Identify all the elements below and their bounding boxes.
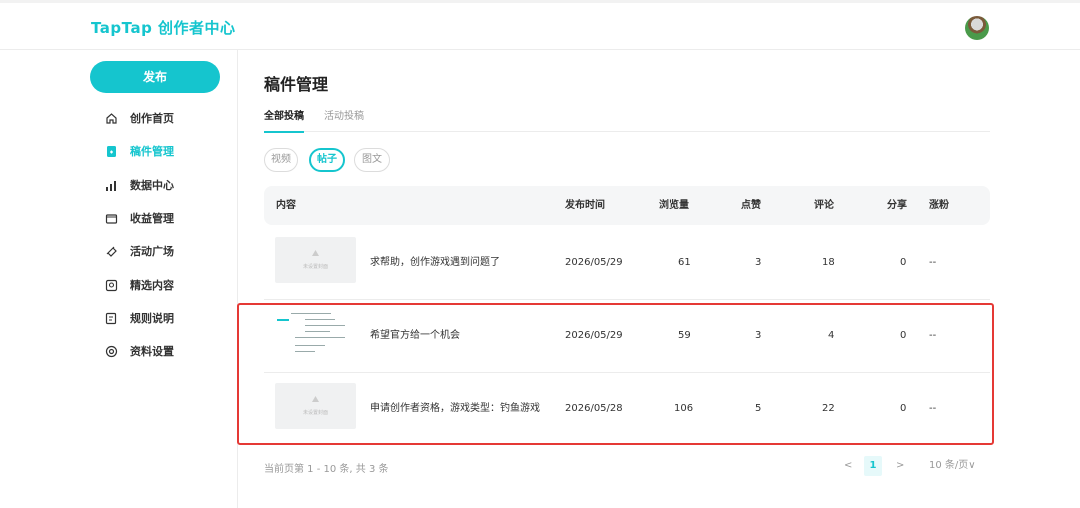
rules-icon — [104, 311, 118, 325]
page-number-button[interactable]: 1 — [864, 456, 882, 476]
tab-bar: 全部投稿 活动投稿 — [264, 107, 990, 133]
top-bar: TapTap 创作者中心 — [0, 0, 1080, 50]
filter-posts[interactable]: 帖子 — [309, 148, 345, 172]
user-avatar[interactable] — [965, 16, 989, 40]
pagination-summary: 当前页第 1 - 10 条, 共 3 条 — [264, 464, 389, 475]
sidebar-item-label: 收益管理 — [130, 212, 174, 225]
next-page-button[interactable]: > — [896, 456, 904, 476]
sidebar-item-label: 精选内容 — [130, 279, 174, 292]
column-header[interactable]: 发布时间 — [565, 186, 605, 225]
column-header[interactable]: 浏览量 — [659, 186, 689, 225]
table-row[interactable]: 未设置封面 求帮助，创作游戏遇到问题了 2026/05/29 61 3 18 0… — [264, 226, 990, 299]
sidebar-item-rules[interactable]: 规则说明 — [104, 308, 174, 328]
image-placeholder-icon — [312, 250, 319, 256]
column-header[interactable]: 评论 — [814, 186, 834, 225]
table-header: 内容 发布时间 浏览量 点赞 评论 分享 涨粉 — [264, 186, 990, 225]
star-icon — [104, 278, 118, 292]
post-title[interactable]: 求帮助，创作游戏遇到问题了 — [370, 226, 500, 299]
column-header[interactable]: 点赞 — [741, 186, 761, 225]
sidebar-item-label: 稿件管理 — [130, 145, 174, 158]
sidebar-item-label: 规则说明 — [130, 312, 174, 325]
sidebar-item-settings[interactable]: 资料设置 — [104, 341, 174, 361]
column-header[interactable]: 分享 — [887, 186, 907, 225]
page-size-select[interactable]: 10 条/页∨ — [929, 456, 976, 476]
page-title: 稿件管理 — [264, 75, 329, 94]
sidebar-item-label: 活动广场 — [130, 245, 174, 258]
tab-all-submissions[interactable]: 全部投稿 — [264, 107, 304, 133]
sidebar-item-label: 资料设置 — [130, 345, 174, 358]
publish-date: 2026/05/29 — [565, 257, 623, 268]
sidebar-item-home[interactable]: 创作首页 — [104, 108, 174, 128]
publish-button[interactable]: 发布 — [90, 61, 220, 93]
sidebar-item-label: 创作首页 — [130, 112, 174, 125]
sidebar-item-label: 数据中心 — [130, 179, 174, 192]
sidebar-item-data[interactable]: 数据中心 — [104, 175, 174, 195]
fans-gained: -- — [929, 257, 937, 268]
shares-count: 0 — [900, 257, 907, 268]
sidebar-item-manuscripts[interactable]: 稿件管理 — [104, 141, 174, 161]
tab-activity-submissions[interactable]: 活动投稿 — [324, 107, 364, 132]
cover-placeholder-label: 未设置封面 — [302, 264, 328, 270]
prev-page-button[interactable]: < — [844, 456, 852, 476]
column-header: 内容 — [276, 200, 296, 211]
sidebar-item-featured[interactable]: 精选内容 — [104, 275, 174, 295]
settings-icon — [104, 344, 118, 358]
likes-count: 3 — [755, 257, 762, 268]
filter-image-text[interactable]: 图文 — [354, 148, 390, 172]
megaphone-icon — [104, 244, 118, 258]
column-header[interactable]: 涨粉 — [929, 186, 949, 225]
comments-count: 18 — [822, 257, 835, 268]
filter-video[interactable]: 视频 — [264, 148, 298, 172]
bar-chart-icon — [104, 178, 118, 192]
views-count: 61 — [678, 257, 691, 268]
sidebar: 发布 创作首页 稿件管理 数据中心 收益管理 活动广场 精选内容 规则说明 资料… — [0, 50, 238, 508]
highlight-box — [237, 303, 994, 445]
home-icon — [104, 111, 118, 125]
wallet-icon — [104, 211, 118, 225]
sidebar-item-earnings[interactable]: 收益管理 — [104, 208, 174, 228]
sidebar-item-activities[interactable]: 活动广场 — [104, 241, 174, 261]
document-icon — [104, 144, 118, 158]
cover-placeholder: 未设置封面 — [275, 237, 356, 283]
taptap-logo[interactable]: TapTap 创作者中心 — [91, 17, 236, 38]
